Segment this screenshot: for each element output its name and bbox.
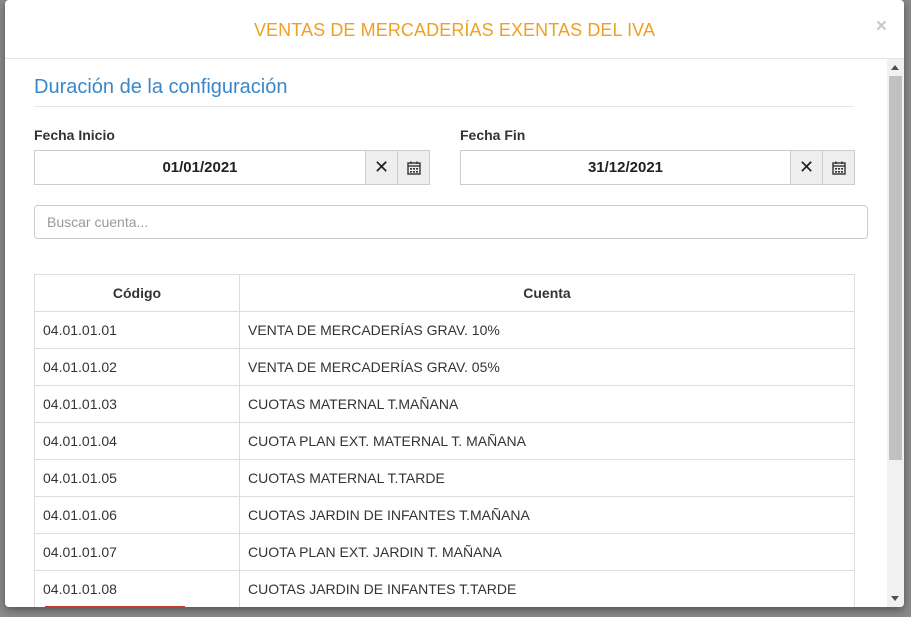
table-header-row: Código Cuenta: [34, 274, 855, 312]
start-date-calendar-button[interactable]: [397, 151, 429, 184]
account-name: CUOTA PLAN EXT. MATERNAL T. MAÑANA: [239, 422, 855, 460]
scroll-up-icon[interactable]: [891, 65, 899, 70]
account-name: VENTA DE MERCADERÍAS GRAV. 10%: [239, 311, 855, 349]
account-code: 04.01.01.05: [34, 459, 240, 497]
column-header-cuenta[interactable]: Cuenta: [239, 274, 855, 312]
account-name: VENTA DE MERCADERÍAS GRAV. 05%: [239, 348, 855, 386]
calendar-icon: [406, 161, 421, 175]
start-date-input[interactable]: [35, 151, 365, 184]
modal-title: VENTAS DE MERCADERÍAS EXENTAS DEL IVA: [253, 20, 656, 40]
close-icon: ✕: [798, 157, 815, 177]
close-icon: ✕: [373, 157, 390, 177]
modal-dialog: VENTAS DE MERCADERÍAS EXENTAS DEL IVA × …: [5, 0, 904, 607]
table-row[interactable]: 04.01.01.06 CUOTAS JARDIN DE INFANTES T.…: [34, 496, 855, 534]
end-date-clear-button[interactable]: ✕: [790, 151, 822, 184]
account-name: CUOTA PLAN EXT. JARDIN T. MAÑANA: [239, 533, 855, 571]
start-date-clear-button[interactable]: ✕: [365, 151, 397, 184]
account-code: 04.01.01.08: [34, 570, 240, 607]
end-date-label: Fecha Fin: [460, 127, 526, 143]
underlying-red-accent: [45, 606, 185, 607]
column-header-codigo[interactable]: Código: [34, 274, 240, 312]
start-date-group: ✕: [34, 150, 430, 185]
section-title: Duración de la configuración: [34, 76, 854, 107]
search-account-input[interactable]: [34, 205, 868, 239]
account-code: 04.01.01.02: [34, 348, 240, 386]
account-code: 04.01.01.04: [34, 422, 240, 460]
account-code: 04.01.01.06: [34, 496, 240, 534]
account-code: 04.01.01.03: [34, 385, 240, 423]
close-button[interactable]: ×: [876, 17, 887, 37]
modal-scrollbar[interactable]: [887, 59, 904, 607]
account-name: CUOTAS MATERNAL T.MAÑANA: [239, 385, 855, 423]
start-date-label: Fecha Inicio: [34, 127, 115, 143]
table-row[interactable]: 04.01.01.01 VENTA DE MERCADERÍAS GRAV. 1…: [34, 311, 855, 349]
account-name: CUOTAS MATERNAL T.TARDE: [239, 459, 855, 497]
modal-header: VENTAS DE MERCADERÍAS EXENTAS DEL IVA ×: [5, 0, 904, 59]
end-date-calendar-button[interactable]: [822, 151, 854, 184]
account-name: CUOTAS JARDIN DE INFANTES T.TARDE: [239, 570, 855, 607]
account-name: CUOTAS JARDIN DE INFANTES T.MAÑANA: [239, 496, 855, 534]
calendar-icon: [831, 161, 846, 175]
scrollbar-thumb[interactable]: [889, 76, 902, 460]
end-date-input[interactable]: [461, 151, 790, 184]
modal-body: Duración de la configuración Fecha Inici…: [5, 59, 887, 607]
table-row[interactable]: 04.01.01.04 CUOTA PLAN EXT. MATERNAL T. …: [34, 422, 855, 460]
table-row[interactable]: 04.01.01.02 VENTA DE MERCADERÍAS GRAV. 0…: [34, 348, 855, 386]
table-row[interactable]: 04.01.01.05 CUOTAS MATERNAL T.TARDE: [34, 459, 855, 497]
table-row[interactable]: 04.01.01.07 CUOTA PLAN EXT. JARDIN T. MA…: [34, 533, 855, 571]
table-row[interactable]: 04.01.01.08 CUOTAS JARDIN DE INFANTES T.…: [34, 570, 855, 607]
table-row[interactable]: 04.01.01.03 CUOTAS MATERNAL T.MAÑANA: [34, 385, 855, 423]
account-code: 04.01.01.01: [34, 311, 240, 349]
accounts-table: Código Cuenta 04.01.01.01 VENTA DE MERCA…: [34, 274, 855, 607]
scroll-down-icon[interactable]: [891, 596, 899, 601]
account-code: 04.01.01.07: [34, 533, 240, 571]
end-date-group: ✕: [460, 150, 855, 185]
